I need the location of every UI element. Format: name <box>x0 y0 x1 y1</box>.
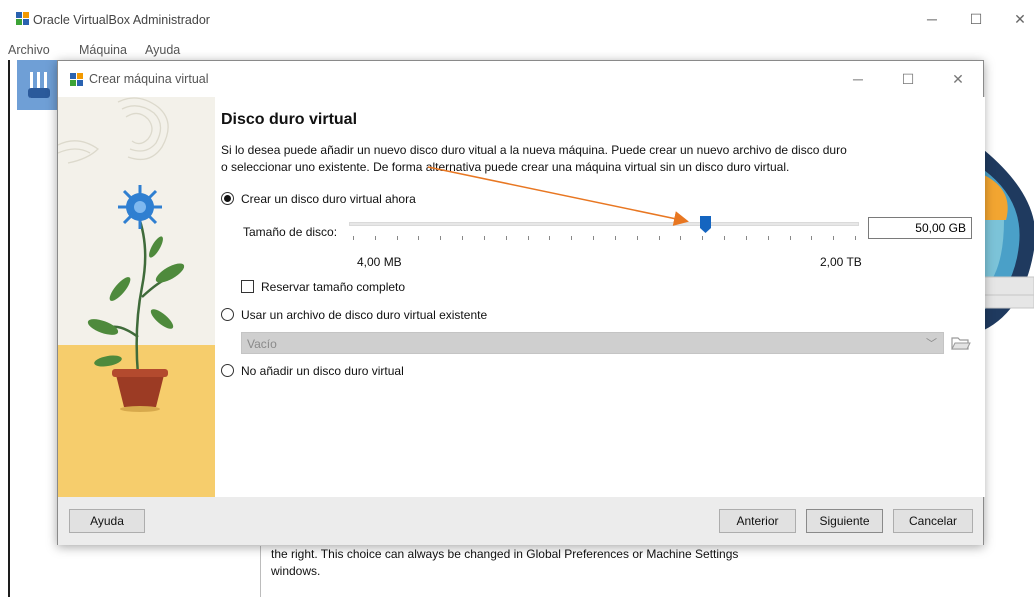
slider-tick <box>811 236 812 240</box>
slider-tick <box>702 236 703 240</box>
dialog-titlebar: Crear máquina virtual ─ ☐ ✕ <box>58 61 983 97</box>
machine-preview-area <box>983 60 1034 597</box>
back-button[interactable]: Anterior <box>719 509 796 533</box>
details-divider <box>260 546 261 597</box>
virtualbox-logo-icon <box>15 10 31 29</box>
slider-tick <box>353 236 354 240</box>
radio-use-existing-label[interactable]: Usar un archivo de disco duro virtual ex… <box>241 308 487 322</box>
radio-create-now[interactable] <box>221 192 234 205</box>
slider-tick <box>637 236 638 240</box>
slider-tick <box>855 236 856 240</box>
slider-tick <box>528 236 529 240</box>
close-icon[interactable]: ✕ <box>1010 9 1030 29</box>
radio-use-existing[interactable] <box>221 308 234 321</box>
slider-tick <box>680 236 681 240</box>
cancel-button[interactable]: Cancelar <box>893 509 973 533</box>
reserve-full-size-label[interactable]: Reservar tamaño completo <box>261 280 405 294</box>
slider-tick <box>746 236 747 240</box>
slider-tick <box>571 236 572 240</box>
slider-tick <box>397 236 398 240</box>
slider-tick <box>375 236 376 240</box>
menu-maquina[interactable]: Máquina <box>79 43 127 57</box>
slider-tick <box>418 236 419 240</box>
slider-tick <box>549 236 550 240</box>
details-line-1: the right. This choice can always be cha… <box>271 547 739 561</box>
slider-ticks <box>349 236 859 240</box>
existing-disk-select-value: Vacío <box>247 337 277 351</box>
disk-size-label: Tamaño de disco: <box>243 225 338 239</box>
maximize-icon[interactable]: ☐ <box>966 9 986 29</box>
disk-size-max-label: 2,00 TB <box>820 255 862 269</box>
main-window-title: Oracle VirtualBox Administrador <box>33 13 210 27</box>
slider-tick <box>484 236 485 240</box>
dialog-title: Crear máquina virtual <box>89 72 209 86</box>
slider-tick <box>440 236 441 240</box>
disk-size-slider[interactable] <box>349 216 859 245</box>
main-menubar: Archivo Máquina Ayuda <box>0 40 1034 60</box>
folder-open-icon[interactable] <box>949 333 971 353</box>
tools-button[interactable] <box>17 60 57 110</box>
dialog-close-icon[interactable]: ✕ <box>948 69 968 89</box>
slider-tick <box>833 236 834 240</box>
description-line-2: o seleccionar uno existente. De forma al… <box>221 160 790 174</box>
minimize-icon[interactable]: ─ <box>922 9 942 29</box>
slider-handle[interactable] <box>700 216 711 233</box>
next-button[interactable]: Siguiente <box>806 509 883 533</box>
disk-size-input[interactable]: 50,00 GB <box>868 217 972 239</box>
page-description: Si lo desea puede añadir un nuevo disco … <box>221 142 961 176</box>
description-line-1: Si lo desea puede añadir un nuevo disco … <box>221 143 847 157</box>
slider-tick <box>768 236 769 240</box>
slider-tick <box>615 236 616 240</box>
details-line-2: windows. <box>271 564 321 578</box>
existing-disk-select[interactable]: Vacío ﹀ <box>241 332 944 354</box>
radio-no-disk[interactable] <box>221 364 234 377</box>
wizard-illustration <box>58 97 215 497</box>
window-edge <box>8 60 10 597</box>
dialog-minimize-icon[interactable]: ─ <box>848 69 868 89</box>
tools-icon <box>28 70 50 103</box>
chevron-down-icon: ﹀ <box>926 338 937 350</box>
radio-create-now-label[interactable]: Crear un disco duro virtual ahora <box>241 192 416 206</box>
wizard-content: Disco duro virtual Si lo desea puede aña… <box>215 97 985 497</box>
virtualbox-logo-icon <box>69 71 85 90</box>
create-vm-dialog: Crear máquina virtual ─ ☐ ✕ Disco duro v… <box>57 60 985 545</box>
help-button[interactable]: Ayuda <box>69 509 145 533</box>
menu-ayuda[interactable]: Ayuda <box>145 43 180 57</box>
slider-tick <box>593 236 594 240</box>
main-window-titlebar: Oracle VirtualBox Administrador ─ ☐ ✕ <box>0 0 1034 40</box>
slider-tick <box>462 236 463 240</box>
slider-tick <box>724 236 725 240</box>
slider-tick <box>506 236 507 240</box>
slider-tick <box>790 236 791 240</box>
machine-details-text: the right. This choice can always be cha… <box>271 546 738 580</box>
menu-archivo[interactable]: Archivo <box>8 43 50 57</box>
reserve-full-size-checkbox[interactable] <box>241 280 254 293</box>
radio-no-disk-label[interactable]: No añadir un disco duro virtual <box>241 364 404 378</box>
slider-tick <box>659 236 660 240</box>
disk-size-min-label: 4,00 MB <box>357 255 402 269</box>
page-title: Disco duro virtual <box>221 111 358 128</box>
dialog-footer: Ayuda Anterior Siguiente Cancelar <box>58 497 983 545</box>
slider-track <box>349 222 859 226</box>
dialog-maximize-icon[interactable]: ☐ <box>898 69 918 89</box>
